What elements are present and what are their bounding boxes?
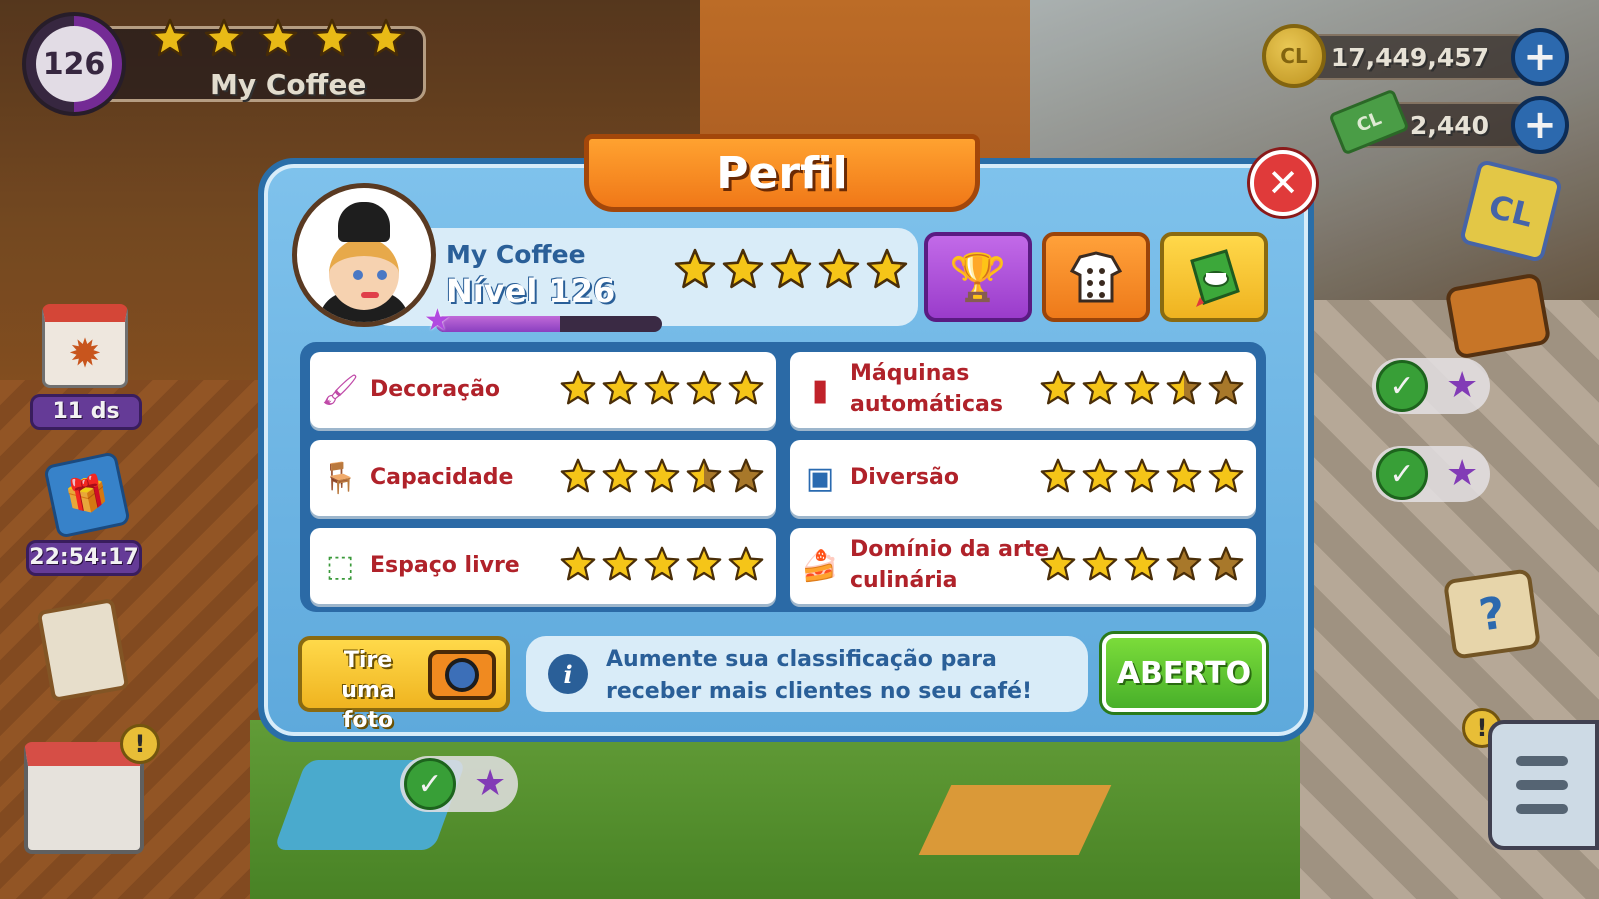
star-full-icon [644,370,680,406]
profile-name: My Coffee [446,240,586,269]
star-full-icon [770,248,812,290]
info-icon: i [548,654,588,694]
star-empty-icon [728,458,764,494]
star-empty-icon [1208,370,1244,406]
profile-level: Nível 126 [446,272,616,310]
modal-title: Perfil [716,147,848,199]
rating-label: Decoração [370,376,501,402]
rating-card: 🪑 Capacidade [310,440,776,516]
modal-title-tab: Perfil [584,134,980,212]
star-full-icon [560,458,596,494]
star-full-icon [560,370,596,406]
recipe-book-icon [1190,249,1240,307]
star-full-icon [722,248,764,290]
rating-stars [560,546,764,582]
camera-icon [428,650,496,700]
star-full-icon [818,248,860,290]
rating-label: Diversão [850,464,959,490]
rating-stars [1040,458,1244,494]
star-full-icon [686,370,722,406]
recipe-book-button[interactable] [1160,232,1268,322]
star-partial-icon [686,458,722,494]
rating-stars [560,458,764,494]
star-full-icon [1124,458,1160,494]
star-full-icon [1124,370,1160,406]
star-full-icon [602,546,638,582]
star-full-icon [1082,546,1118,582]
rating-stars [560,370,764,406]
rating-card: 🖌 Decoração [310,352,776,428]
vending-machine-icon: ▮ [811,372,829,408]
info-message: Aumente sua classificação para receber m… [606,647,1033,704]
star-full-icon [602,458,638,494]
rating-card: ⬚ Espaço livre [310,528,776,604]
star-full-icon [644,458,680,494]
rating-card: ▣ Diversão [790,440,1256,516]
star-full-icon [686,546,722,582]
star-full-icon [674,248,716,290]
star-full-icon [728,546,764,582]
cake-icon: 🍰 [801,548,839,584]
trophy-icon: 🏆 [949,249,1007,304]
star-full-icon [1082,458,1118,494]
star-partial-icon [1166,370,1202,406]
star-full-icon [602,370,638,406]
table-chairs-icon: 🪑 [321,460,359,496]
rating-label: Espaço livre [370,552,520,578]
paint-roller-icon: 🖌 [320,372,360,408]
rating-card: ▮ Máquinas automáticas [790,352,1256,428]
xp-star-icon: ★ [424,303,451,338]
rating-stars [1040,370,1244,406]
rating-label: Máquinas automáticas [850,361,1003,417]
star-full-icon [1040,546,1076,582]
profile-rating-stars [674,248,908,290]
star-full-icon [1166,458,1202,494]
chef-outfit-button[interactable] [1042,232,1150,322]
rating-label: Domínio da arte culinária [850,537,1050,593]
star-partial-icon [866,248,908,290]
rating-label: Capacidade [370,464,514,490]
star-full-icon [560,546,596,582]
rating-stars [1040,546,1244,582]
tv-icon: ▣ [805,460,835,496]
star-empty-icon [1208,546,1244,582]
star-full-icon [1082,370,1118,406]
trophy-button[interactable]: 🏆 [924,232,1032,322]
star-full-icon [1040,370,1076,406]
xp-progress-fill [436,316,561,332]
open-space-icon: ⬚ [325,548,355,584]
take-photo-button[interactable]: Tire uma foto [298,636,510,733]
take-photo-label: Tire uma foto [341,648,395,733]
star-full-icon [728,370,764,406]
xp-progress-bar [436,316,662,332]
star-full-icon [1208,458,1244,494]
open-status-button[interactable]: ABERTO [1102,634,1266,712]
star-full-icon [1124,546,1160,582]
chef-avatar[interactable] [292,183,436,327]
star-full-icon [644,546,680,582]
chef-jacket-icon [1069,251,1123,303]
star-full-icon [1040,458,1076,494]
rating-card: 🍰 Domínio da arte culinária [790,528,1256,604]
close-button[interactable]: ✕ [1250,150,1316,216]
star-empty-icon [1166,546,1202,582]
